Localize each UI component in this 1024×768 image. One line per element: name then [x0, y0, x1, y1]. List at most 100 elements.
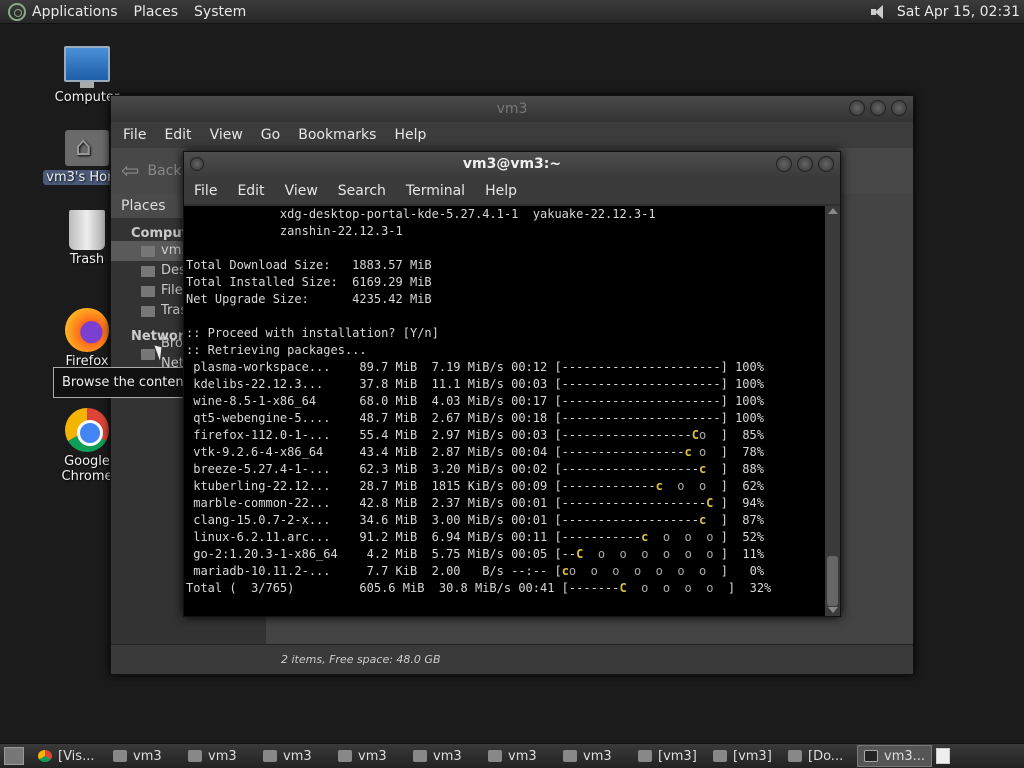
taskbar-label: vm3...: [884, 748, 926, 764]
menu-file[interactable]: File: [194, 183, 217, 199]
taskbar-label: vm3: [208, 748, 237, 764]
back-arrow-icon[interactable]: ⇦: [121, 159, 139, 184]
folder-icon: [788, 750, 802, 762]
terminal-line: Total ( 3/765) 605.6 MiB 30.8 MiB/s 00:4…: [186, 581, 772, 595]
home-folder-icon: [65, 130, 109, 166]
firefox-icon: [65, 308, 109, 352]
menu-edit[interactable]: Edit: [237, 183, 264, 199]
terminal-line: plasma-workspace... 89.7 MiB 7.19 MiB/s …: [186, 360, 764, 374]
close-button[interactable]: [891, 100, 907, 116]
terminal-line: vtk-9.2.6-4-x86_64 43.4 MiB 2.87 MiB/s 0…: [186, 445, 764, 459]
distro-logo-icon[interactable]: [8, 2, 26, 21]
bottom-panel: [Vis... vm3 vm3 vm3 vm3 vm3 vm3 vm3 [vm3] [vm3] [D…: [0, 743, 1024, 768]
minimize-button[interactable]: [776, 156, 792, 172]
workspace-switcher[interactable]: [936, 748, 950, 764]
terminal-icon: [864, 750, 878, 762]
menu-help[interactable]: Help: [394, 127, 426, 143]
taskbar-button[interactable]: vm3: [332, 745, 407, 767]
close-button[interactable]: [818, 156, 834, 172]
terminal-line: kdelibs-22.12.3... 37.8 MiB 11.1 MiB/s 0…: [186, 377, 764, 391]
terminal-line: Total Download Size: 1883.57 MiB: [186, 258, 432, 272]
system-menu[interactable]: System: [194, 4, 246, 20]
menu-bookmarks[interactable]: Bookmarks: [298, 127, 376, 143]
clock[interactable]: Sat Apr 15, 02:31: [897, 4, 1020, 20]
terminal-line: mariadb-10.11.2-... 7.7 KiB 2.00 B/s --:…: [186, 564, 765, 578]
minimize-button[interactable]: [849, 100, 865, 116]
taskbar-button[interactable]: vm3...: [857, 745, 932, 767]
window-title: vm3@vm3:~: [462, 156, 562, 172]
scroll-up-icon[interactable]: [828, 208, 838, 214]
terminal-line: breeze-5.27.4-1-... 62.3 MiB 3.20 MiB/s …: [186, 462, 764, 476]
folder-icon: [263, 750, 277, 762]
folder-icon: [113, 750, 127, 762]
taskbar-button[interactable]: vm3: [482, 745, 557, 767]
applications-menu[interactable]: Applications: [32, 4, 118, 20]
menu-help[interactable]: Help: [485, 183, 517, 199]
taskbar-label: [vm3]: [733, 748, 772, 764]
terminal-line: zanshin-22.12.3-1: [186, 224, 403, 238]
folder-icon: [338, 750, 352, 762]
taskbar-button[interactable]: [Vis...: [32, 745, 107, 767]
taskbar-label: vm3: [283, 748, 312, 764]
show-desktop-button[interactable]: [4, 747, 24, 765]
menu-go[interactable]: Go: [261, 127, 280, 143]
terminal-line: :: Proceed with installation? [Y/n]: [186, 326, 439, 340]
taskbar-label: vm3: [583, 748, 612, 764]
terminal-line: qt5-webengine-5.... 48.7 MiB 2.67 MiB/s …: [186, 411, 764, 425]
folder-icon: [563, 750, 577, 762]
volume-icon[interactable]: [869, 4, 887, 20]
terminal-window[interactable]: vm3@vm3:~ File Edit View Search Terminal…: [183, 151, 841, 617]
terminal-output[interactable]: xdg-desktop-portal-kde-5.27.4.1-1 yakuak…: [184, 206, 826, 616]
file-manager-titlebar[interactable]: vm3: [111, 96, 913, 122]
terminal-line: linux-6.2.11.arc... 91.2 MiB 6.94 MiB/s …: [186, 530, 765, 544]
taskbar-label: [vm3]: [658, 748, 697, 764]
menu-view[interactable]: View: [210, 127, 243, 143]
menu-edit[interactable]: Edit: [164, 127, 191, 143]
terminal-line: :: Retrieving packages...: [186, 343, 367, 357]
trash-icon: [69, 210, 105, 250]
top-panel: Applications Places System Sat Apr 15, 0…: [0, 0, 1024, 24]
file-manager-menubar: File Edit View Go Bookmarks Help: [111, 122, 913, 148]
taskbar-button[interactable]: vm3: [257, 745, 332, 767]
terminal-line: clang-15.0.7-2-x... 34.6 MiB 3.00 MiB/s …: [186, 513, 764, 527]
terminal-line: xdg-desktop-portal-kde-5.27.4.1-1 yakuak…: [186, 207, 656, 221]
menu-view[interactable]: View: [285, 183, 318, 199]
folder-icon: [413, 750, 427, 762]
taskbar-button[interactable]: vm3: [407, 745, 482, 767]
places-menu[interactable]: Places: [134, 4, 179, 20]
taskbar-button[interactable]: [vm3]: [632, 745, 707, 767]
taskbar-button[interactable]: [vm3]: [707, 745, 782, 767]
terminal-titlebar[interactable]: vm3@vm3:~: [184, 152, 840, 178]
back-button[interactable]: Back: [147, 163, 181, 179]
network-icon: [141, 348, 155, 360]
folder-icon: [188, 750, 202, 762]
status-text: 2 items, Free space: 48.0 GB: [281, 653, 441, 666]
maximize-button[interactable]: [797, 156, 813, 172]
scroll-down-icon[interactable]: [828, 607, 838, 613]
terminal-line: firefox-112.0-1-... 55.4 MiB 2.97 MiB/s …: [186, 428, 764, 442]
terminal-line: Total Installed Size: 6169.29 MiB: [186, 275, 432, 289]
taskbar-button[interactable]: [Do...: [782, 745, 857, 767]
status-bar: 2 items, Free space: 48.0 GB: [111, 644, 913, 674]
terminal-menubar: File Edit View Search Terminal Help: [184, 178, 840, 204]
taskbar-label: [Do...: [808, 748, 844, 764]
menu-file[interactable]: File: [123, 127, 146, 143]
menu-terminal[interactable]: Terminal: [406, 183, 465, 199]
maximize-button[interactable]: [870, 100, 886, 116]
taskbar-button[interactable]: vm3: [557, 745, 632, 767]
taskbar-button[interactable]: vm3: [107, 745, 182, 767]
taskbar-button[interactable]: vm3: [182, 745, 257, 767]
drive-icon: [141, 285, 155, 297]
terminal-scrollbar[interactable]: [825, 206, 840, 616]
taskbar-label: vm3: [433, 748, 462, 764]
menu-search[interactable]: Search: [338, 183, 386, 199]
scrollbar-thumb[interactable]: [827, 556, 838, 606]
chrome-icon: [65, 408, 109, 452]
taskbar-label: [Vis...: [58, 748, 95, 764]
window-menu-button[interactable]: [190, 157, 204, 171]
taskbar-label: vm3: [133, 748, 162, 764]
chrome-icon: [38, 750, 52, 762]
window-title: vm3: [496, 101, 528, 117]
terminal-line: ktuberling-22.12... 28.7 MiB 1815 KiB/s …: [186, 479, 765, 493]
